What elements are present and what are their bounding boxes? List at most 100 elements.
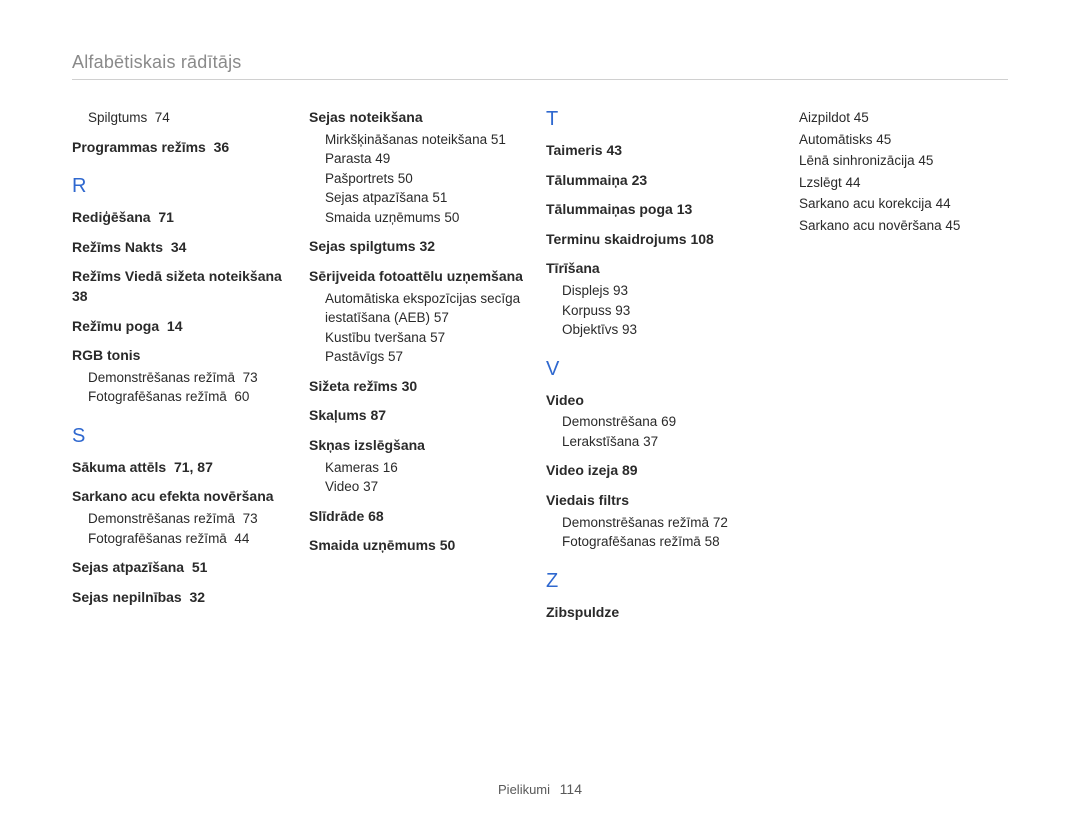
entry-pages: 51 [192, 559, 208, 575]
index-sub-entry[interactable]: Lēnā sinhronizācija 45 [799, 151, 1008, 171]
index-sub-list: Demonstrēšanas režīmā 72 Fotografēšanas … [546, 513, 771, 552]
index-term[interactable]: Terminu skaidrojums 108 [546, 230, 771, 250]
entry-label: Režīms Nakts [72, 239, 163, 255]
index-sub-entry[interactable]: Lzslēgt 44 [799, 173, 1008, 193]
entry-label: Sejas nepilnības [72, 589, 182, 605]
entry-label: Sākuma attēls [72, 459, 166, 475]
index-sub-entry[interactable]: Spilgtums 74 [88, 108, 297, 128]
index-term[interactable]: Sejas nepilnības 32 [72, 588, 297, 608]
index-sub-list: Demonstrēšanas režīmā 73 Fotografēšanas … [72, 509, 297, 548]
index-sub-entry[interactable]: Fotografēšanas režīmā 60 [88, 387, 297, 407]
entry-pages: 38 [72, 288, 88, 304]
entry-label: Fotografēšanas režīmā [88, 389, 227, 404]
index-term[interactable]: Režīmu poga 14 [72, 317, 297, 337]
index-sub-list: Kameras 16 Video 37 [309, 458, 534, 497]
index-sub-list: Automātiska ekspozīcijas secīga iestatīš… [309, 289, 534, 367]
index-term[interactable]: Sarkano acu efekta novēršana [72, 487, 297, 507]
index-sub-entry[interactable]: Demonstrēšanas režīmā 72 [562, 513, 771, 533]
letter-heading-z: Z [546, 570, 771, 593]
index-sub-entry[interactable]: Pašportrets 50 [325, 169, 534, 189]
entry-label: Spilgtums [88, 110, 147, 125]
index-term[interactable]: Sižeta režīms 30 [309, 377, 534, 397]
index-term[interactable]: Viedais filtrs [546, 491, 771, 511]
index-term[interactable]: Sejas noteikšana [309, 108, 534, 128]
index-term[interactable]: Slīdrāde 68 [309, 507, 534, 527]
index-term[interactable]: Taimeris 43 [546, 141, 771, 161]
entry-pages: 36 [214, 139, 230, 155]
column-4: Aizpildot 45 Automātisks 45 Lēnā sinhron… [783, 108, 1008, 624]
index-sub-entry[interactable]: Automātiska ekspozīcijas secīga iestatīš… [325, 289, 534, 328]
index-sub-entry[interactable]: Sarkano acu korekcija 44 [799, 194, 1008, 214]
column-2: Sejas noteikšana Mirkšķināšanas noteikša… [309, 108, 534, 624]
index-sub-entry[interactable]: Parasta 49 [325, 149, 534, 169]
index-sub-entry[interactable]: Fotografēšanas režīmā 58 [562, 532, 771, 552]
index-term[interactable]: Sērijveida fotoattēlu uzņemšana [309, 267, 534, 287]
letter-heading-r: R [72, 175, 297, 198]
index-sub-entry[interactable]: Kameras 16 [325, 458, 534, 478]
index-sub-entry[interactable]: Automātisks 45 [799, 130, 1008, 150]
index-term[interactable]: Skaļums 87 [309, 406, 534, 426]
index-term[interactable]: Programmas režīms 36 [72, 138, 297, 158]
index-sub-entry[interactable]: Demonstrēšana 69 [562, 412, 771, 432]
index-sub-entry[interactable]: Pastāvīgs 57 [325, 347, 534, 367]
index-term[interactable]: Tīrīšana [546, 259, 771, 279]
index-sub-entry[interactable]: Korpuss 93 [562, 301, 771, 321]
index-sub-entry[interactable]: Mirkšķināšanas noteikšana 51 [325, 130, 534, 150]
page-footer: Pielikumi 114 [0, 781, 1080, 797]
entry-label: Programmas režīms [72, 139, 206, 155]
index-term[interactable]: Rediģēšana 71 [72, 208, 297, 228]
index-sub-list: Displejs 93 Korpuss 93 Objektīvs 93 [546, 281, 771, 340]
index-sub-list: Mirkšķināšanas noteikšana 51 Parasta 49 … [309, 130, 534, 228]
index-sub-entry[interactable]: Sejas atpazīšana 51 [325, 188, 534, 208]
index-term[interactable]: Sejas spilgtums 32 [309, 237, 534, 257]
letter-heading-s: S [72, 425, 297, 448]
index-sub-entry[interactable]: Displejs 93 [562, 281, 771, 301]
column-3: T Taimeris 43 Tālummaiņa 23 Tālummaiņas … [546, 108, 771, 624]
index-term[interactable]: Video [546, 391, 771, 411]
entry-label: Sarkano acu efekta novēršana [72, 488, 274, 504]
entry-label: RGB tonis [72, 347, 140, 363]
index-columns: Spilgtums 74 Programmas režīms 36 R Redi… [72, 108, 1008, 624]
index-term[interactable]: Tālummaiņa 23 [546, 171, 771, 191]
index-term[interactable]: Režīms Nakts 34 [72, 238, 297, 258]
entry-pages: 34 [171, 239, 187, 255]
index-sub-entry[interactable]: Demonstrēšanas režīmā 73 [88, 368, 297, 388]
entry-label: Sejas atpazīšana [72, 559, 184, 575]
index-sub-entry[interactable]: Video 37 [325, 477, 534, 497]
footer-page-number: 114 [560, 781, 582, 797]
index-sub-entry[interactable]: Lerakstīšana 37 [562, 432, 771, 452]
index-sub-entry[interactable]: Demonstrēšanas režīmā 73 [88, 509, 297, 529]
index-term[interactable]: Sejas atpazīšana 51 [72, 558, 297, 578]
entry-pages: 71, 87 [174, 459, 213, 475]
index-sub-entry[interactable]: Aizpildot 45 [799, 108, 1008, 128]
letter-heading-v: V [546, 358, 771, 381]
index-sub-entry[interactable]: Smaida uzņēmums 50 [325, 208, 534, 228]
entry-label: Demonstrēšanas režīmā [88, 511, 235, 526]
index-sub-entry[interactable]: Sarkano acu novēršana 45 [799, 216, 1008, 236]
index-term[interactable]: Sākuma attēls 71, 87 [72, 458, 297, 478]
entry-pages: 44 [234, 531, 249, 546]
column-1: Spilgtums 74 Programmas režīms 36 R Redi… [72, 108, 297, 624]
footer-section: Pielikumi [498, 782, 550, 797]
index-term[interactable]: RGB tonis [72, 346, 297, 366]
letter-heading-t: T [546, 108, 771, 131]
entry-label: Fotografēšanas režīmā [88, 531, 227, 546]
page-title: Alfabētiskais rādītājs [72, 52, 1008, 80]
entry-pages: 74 [155, 110, 170, 125]
index-sub-list: Aizpildot 45 Automātisks 45 Lēnā sinhron… [783, 108, 1008, 235]
index-term[interactable]: Smaida uzņēmums 50 [309, 536, 534, 556]
entry-pages: 14 [167, 318, 183, 334]
entry-pages: 32 [190, 589, 206, 605]
index-term[interactable]: Skņas izslēgšana [309, 436, 534, 456]
entry-pages: 73 [243, 511, 258, 526]
entry-pages: 73 [243, 370, 258, 385]
index-term[interactable]: Tālummaiņas poga 13 [546, 200, 771, 220]
index-term[interactable]: Režīms Viedā sižeta noteikšana 38 [72, 267, 297, 306]
index-sub-entry[interactable]: Kustību tveršana 57 [325, 328, 534, 348]
index-term[interactable]: Video izeja 89 [546, 461, 771, 481]
index-sub-entry[interactable]: Fotografēšanas režīmā 44 [88, 529, 297, 549]
entry-label: Demonstrēšanas režīmā [88, 370, 235, 385]
index-sub-list: Demonstrēšana 69 Lerakstīšana 37 [546, 412, 771, 451]
index-sub-entry[interactable]: Objektīvs 93 [562, 320, 771, 340]
index-term[interactable]: Zibspuldze [546, 603, 771, 623]
